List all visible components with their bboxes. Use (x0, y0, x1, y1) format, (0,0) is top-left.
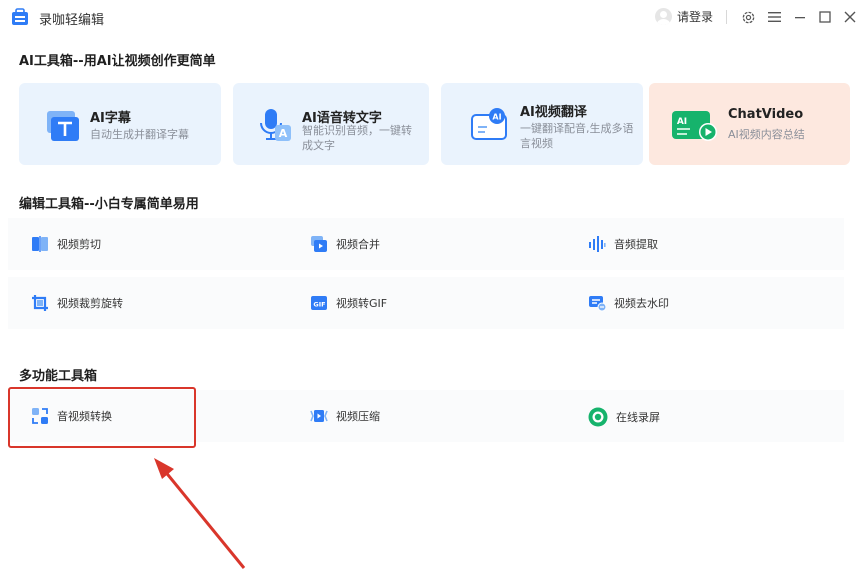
tool-video-cut[interactable]: 视频剪切 (31, 235, 101, 253)
audio-extract-icon (589, 236, 606, 252)
section-title-multi: 多功能工具箱 (19, 369, 98, 384)
card-desc: AI视频内容总结 (728, 128, 805, 141)
gif-icon: GIF (311, 296, 327, 310)
tool-av-convert[interactable]: 音视频转换 (31, 407, 112, 425)
card-title: AI视频翻译 (520, 105, 587, 120)
divider (726, 10, 727, 24)
video-merge-icon (311, 236, 327, 252)
card-desc-line1: 一键翻译配音,生成多语 (520, 122, 634, 135)
tool-row-2 (8, 277, 844, 329)
card-ai-video-translate[interactable]: AI AI视频翻译 一键翻译配音,生成多语 言视频 (441, 83, 643, 165)
tool-screen-record[interactable]: 在线录屏 (588, 407, 660, 427)
card-desc-line2: 成文字 (302, 139, 335, 152)
card-title: ChatVideo (728, 107, 804, 122)
tool-label: 视频压缩 (336, 410, 380, 423)
hamburger-menu-icon (767, 12, 781, 22)
avatar-icon (655, 8, 672, 25)
tool-video-merge[interactable]: 视频合并 (310, 235, 380, 253)
tool-audio-extract[interactable]: 音频提取 (588, 235, 658, 253)
tool-label: 视频去水印 (614, 297, 669, 310)
video-cut-icon (32, 236, 48, 252)
menu-button[interactable] (764, 7, 784, 27)
login-label: 请登录 (677, 10, 714, 24)
maximize-button[interactable] (815, 7, 835, 27)
ai-translate-icon: AI (471, 108, 507, 140)
card-ai-subtitle[interactable]: AI字幕 自动生成并翻译字幕 (19, 83, 221, 165)
maximize-icon (819, 11, 831, 23)
tool-label: 视频剪切 (57, 238, 101, 251)
microphone-icon: A (260, 109, 291, 141)
screen-record-icon (588, 407, 608, 427)
card-desc-line2: 言视频 (520, 137, 553, 150)
gear-icon (742, 11, 754, 23)
title-bar: 录咖轻编辑 请登录 (0, 0, 868, 34)
card-title: AI字幕 (90, 111, 131, 126)
svg-text:A: A (279, 127, 288, 140)
close-icon (844, 11, 856, 23)
app-logo-icon (12, 8, 28, 25)
minimize-button[interactable] (790, 7, 810, 27)
card-ai-speech-to-text[interactable]: A AI语音转文字 智能识别音频，一键转 成文字 (233, 83, 429, 165)
tool-label: 音视频转换 (57, 410, 112, 423)
settings-button[interactable] (738, 7, 758, 27)
minimize-icon (795, 17, 805, 19)
card-desc: 自动生成并翻译字幕 (90, 128, 189, 141)
tool-row-3 (8, 390, 844, 442)
crop-rotate-icon (32, 295, 48, 311)
compress-icon (310, 410, 328, 422)
card-chatvideo[interactable]: AI ChatVideo AI视频内容总结 (649, 83, 850, 165)
tool-label: 视频合并 (336, 238, 380, 251)
close-button[interactable] (840, 7, 860, 27)
tool-video-compress[interactable]: 视频压缩 (310, 407, 380, 425)
tool-label: 音频提取 (614, 238, 658, 251)
section-title-ai: AI工具箱--用AI让视频创作更简单 (19, 54, 216, 69)
svg-text:AI: AI (492, 113, 501, 122)
tool-label: 在线录屏 (616, 411, 660, 424)
tool-remove-watermark[interactable]: 视频去水印 (588, 294, 669, 312)
svg-text:GIF: GIF (313, 301, 325, 309)
subtitle-T-icon (47, 111, 79, 141)
tool-crop-rotate[interactable]: 视频裁剪旋转 (31, 294, 123, 312)
section-title-edit: 编辑工具箱--小白专属简单易用 (19, 197, 199, 212)
app-title: 录咖轻编辑 (39, 13, 105, 28)
card-desc-line1: 智能识别音频，一键转 (302, 124, 412, 137)
convert-icon (32, 408, 48, 424)
ai-play-icon: AI (672, 111, 717, 141)
tool-row-1 (8, 218, 844, 270)
login-button[interactable]: 请登录 (655, 8, 713, 25)
tool-label: 视频裁剪旋转 (57, 297, 123, 310)
tool-video-to-gif[interactable]: GIF 视频转GIF (310, 294, 387, 312)
remove-watermark-icon (589, 296, 606, 312)
tool-label: 视频转GIF (336, 297, 388, 310)
svg-text:AI: AI (677, 117, 687, 127)
